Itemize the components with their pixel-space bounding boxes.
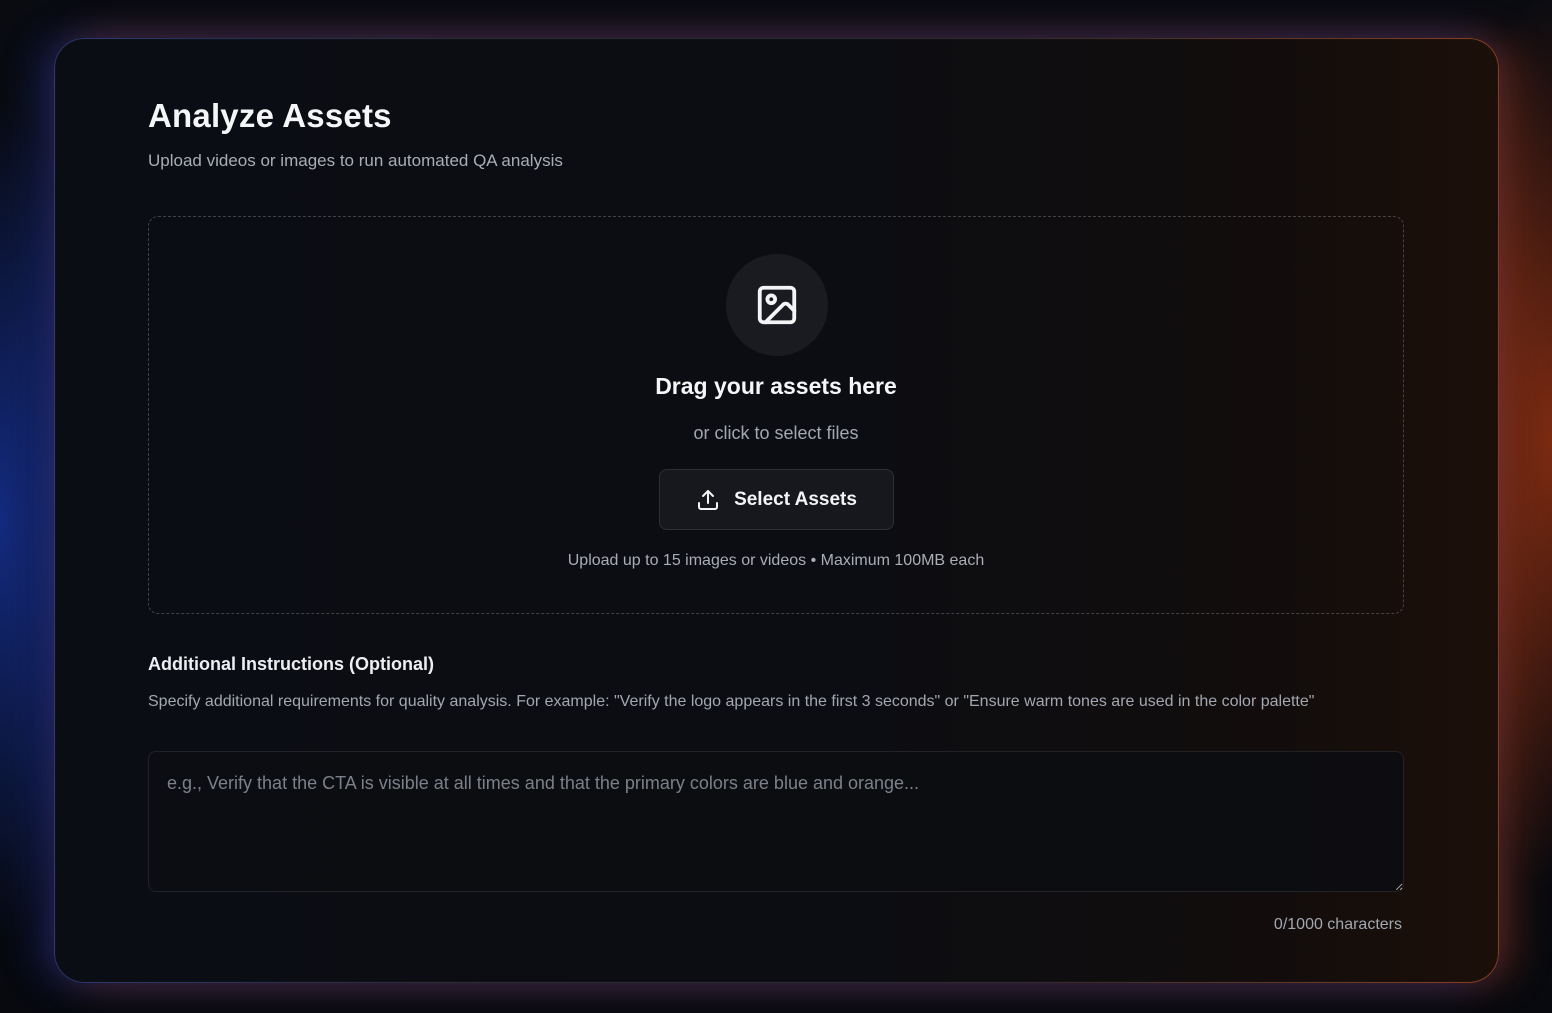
instructions-help-text: Specify additional requirements for qual… [148, 693, 1315, 710]
dropzone-subtitle: or click to select files [693, 423, 859, 443]
image-icon [757, 285, 797, 325]
asset-dropzone[interactable]: Drag your assets here or click to select… [148, 216, 1404, 614]
page-title: Analyze Assets [148, 97, 392, 134]
dropzone-title: Drag your assets here [655, 373, 897, 399]
select-assets-label: Select Assets [734, 488, 857, 510]
page-subtitle: Upload videos or images to run automated… [148, 151, 563, 170]
analyze-assets-card: Analyze Assets Upload videos or images t… [54, 38, 1499, 983]
instructions-label: Additional Instructions (Optional) [148, 654, 434, 674]
character-counter: 0/1000 characters [1273, 916, 1402, 933]
select-assets-button[interactable]: Select Assets [659, 469, 894, 530]
upload-icon [698, 489, 719, 510]
upload-limits-note: Upload up to 15 images or videos • Maxim… [567, 552, 985, 569]
image-icon-badge [726, 254, 828, 356]
instructions-textarea[interactable] [148, 751, 1404, 892]
app-background: Analyze Assets Upload videos or images t… [0, 0, 1552, 1013]
